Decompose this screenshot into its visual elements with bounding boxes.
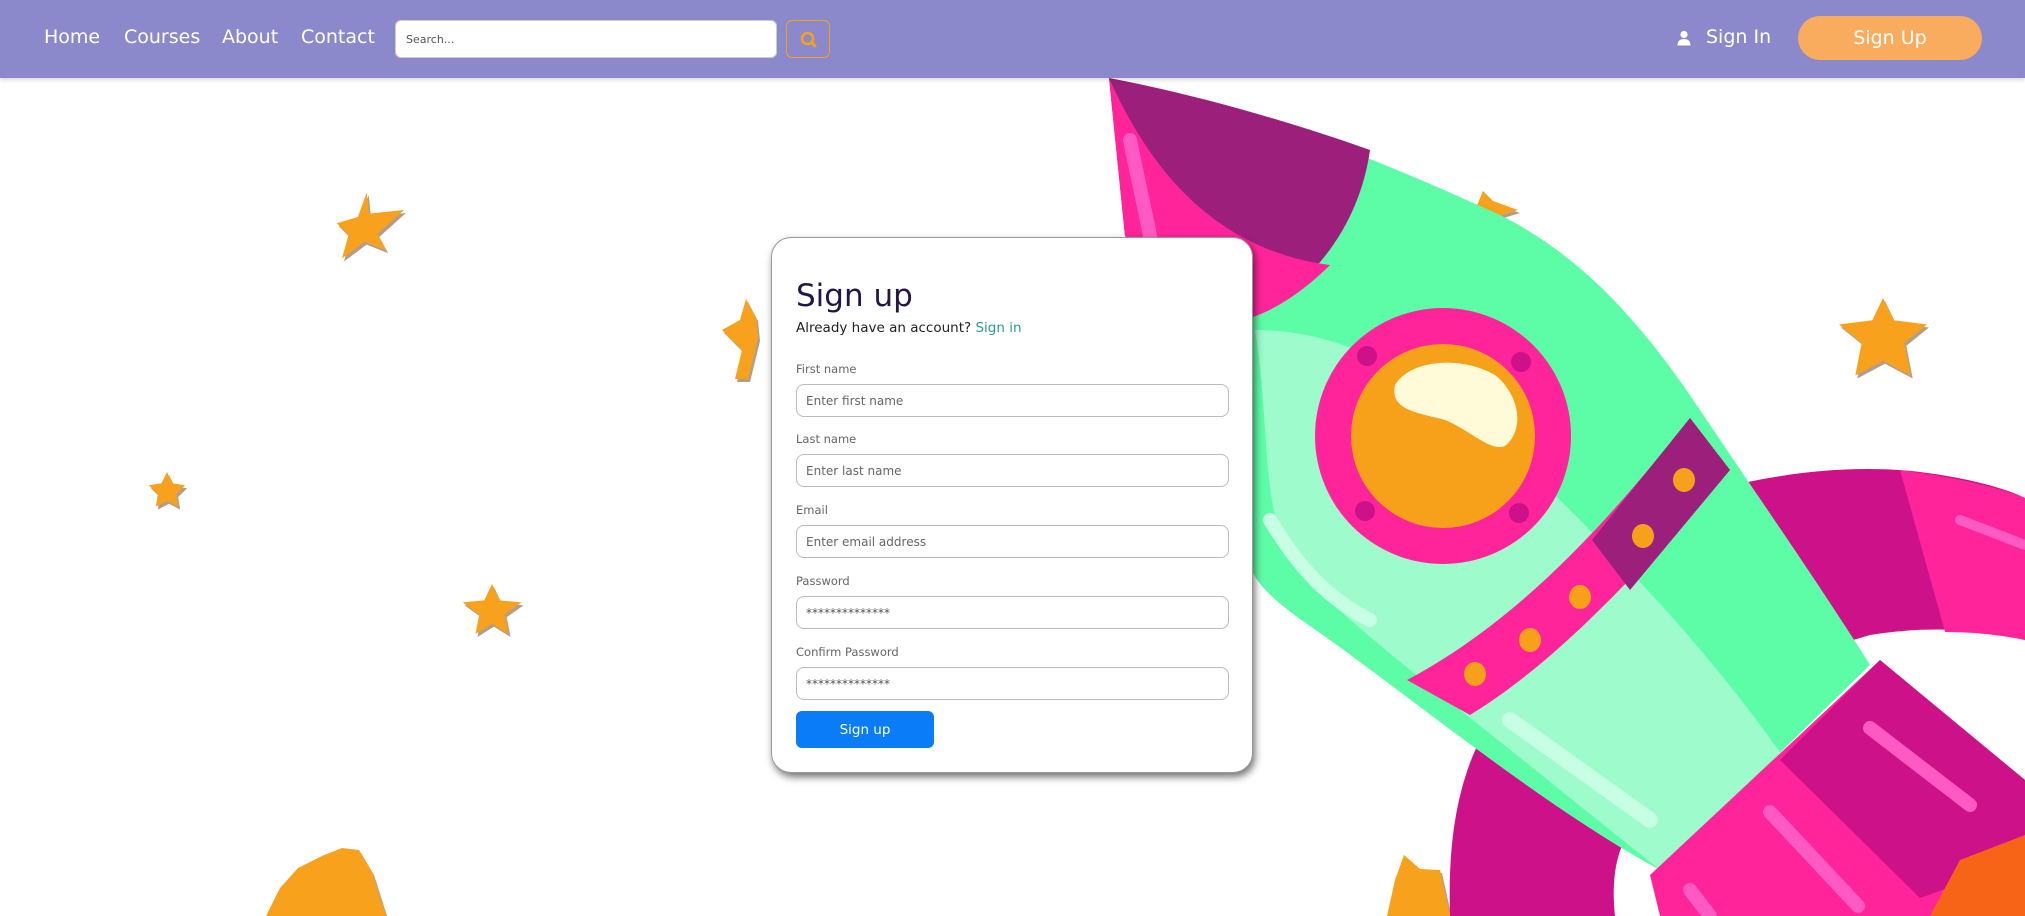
navbar: Home Courses About Contact Sign In Sign … [0, 0, 2025, 78]
email-label: Email [796, 503, 828, 517]
user-icon [1677, 30, 1691, 46]
search-button[interactable] [786, 20, 830, 58]
star-icon [462, 584, 522, 634]
account-prompt-text: Already have an account? [796, 320, 972, 336]
nav-link-courses[interactable]: Courses [124, 26, 200, 48]
page-title: Sign up [796, 278, 913, 314]
nav-link-home[interactable]: Home [44, 26, 100, 48]
confirm-password-label: Confirm Password [796, 645, 899, 659]
confirm-password-field[interactable] [796, 667, 1229, 700]
last-name-label: Last name [796, 432, 857, 446]
star-icon [1387, 855, 1450, 916]
email-field[interactable] [796, 525, 1229, 558]
signin-link[interactable]: Sign In [1706, 26, 1771, 48]
star-icon [148, 472, 186, 507]
nav-link-about[interactable]: About [222, 26, 278, 48]
last-name-field[interactable] [796, 454, 1229, 487]
star-icon [336, 192, 404, 259]
signin-form-link[interactable]: Sign in [975, 320, 1021, 336]
password-label: Password [796, 574, 850, 588]
first-name-field[interactable] [796, 384, 1229, 417]
signup-button[interactable]: Sign Up [1798, 16, 1982, 60]
star-icon [722, 299, 758, 379]
signup-card: Sign up Already have an account? Sign in… [771, 237, 1253, 773]
first-name-label: First name [796, 362, 857, 376]
signup-submit-button[interactable]: Sign up [796, 711, 934, 748]
star-icon [1839, 298, 1927, 376]
star-icon [266, 848, 386, 916]
nav-link-contact[interactable]: Contact [301, 26, 375, 48]
password-field[interactable] [796, 596, 1229, 629]
search-input[interactable] [395, 20, 777, 58]
search-icon [800, 31, 817, 48]
account-prompt: Already have an account? Sign in [796, 320, 1022, 336]
